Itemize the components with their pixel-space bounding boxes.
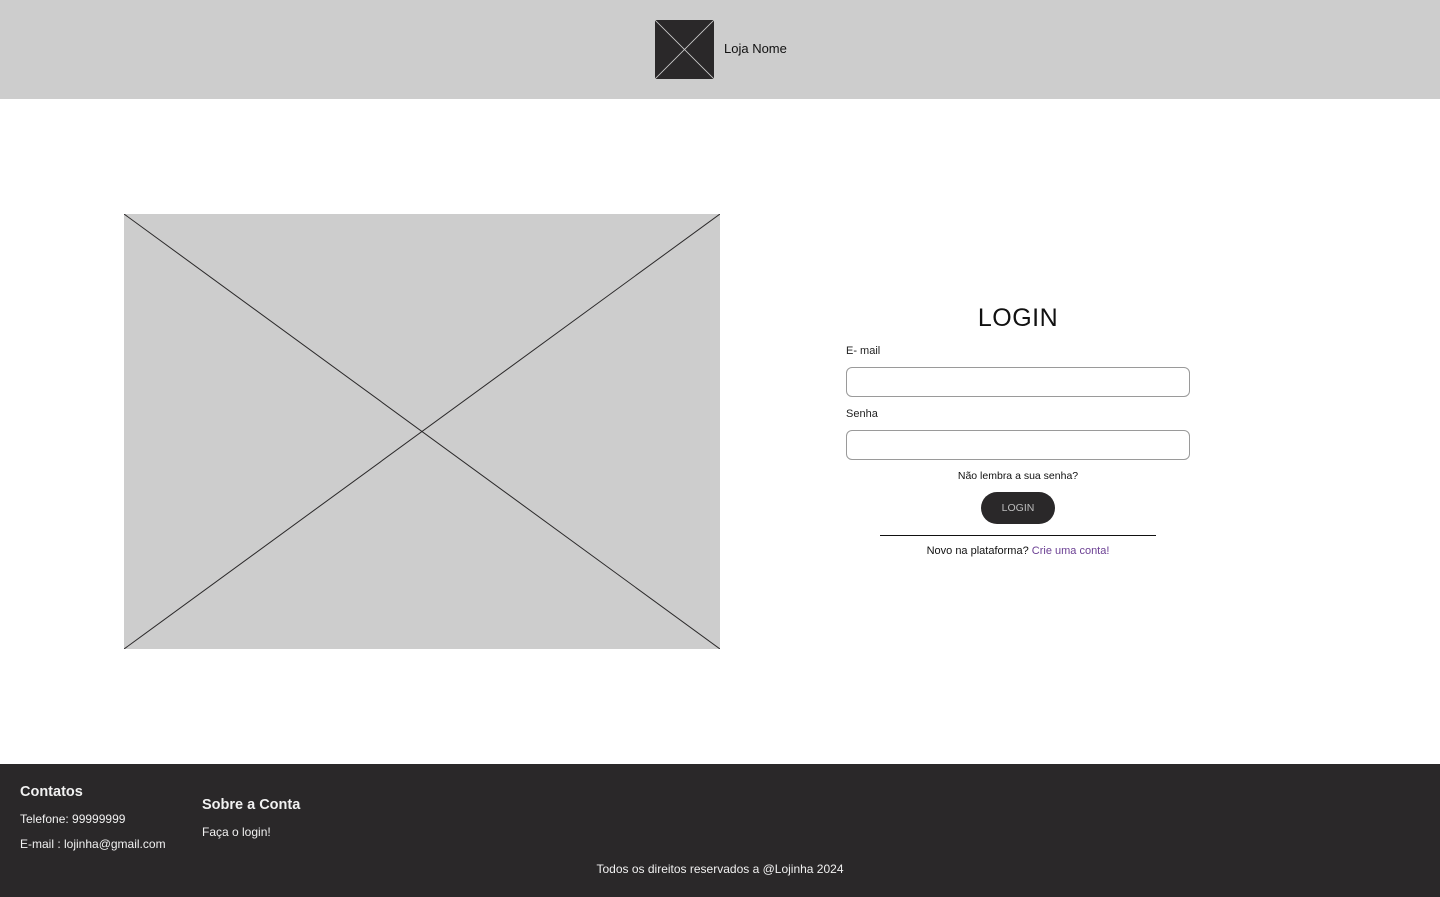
password-field[interactable] (846, 430, 1190, 460)
email-label: E- mail (846, 345, 881, 357)
password-label: Senha (846, 408, 878, 420)
site-header: Loja Nome (0, 0, 1440, 99)
forgot-password-link[interactable]: Não lembra a sua senha? (846, 470, 1190, 482)
footer-login-link[interactable]: Faça o login! (202, 825, 271, 839)
email-field[interactable] (846, 367, 1190, 397)
contact-email[interactable]: E-mail : lojinha@gmail.com (20, 837, 166, 851)
signup-prompt-line: Novo na plataforma? Crie uma conta! (846, 545, 1190, 557)
site-footer: Contatos Telefone: 99999999 E-mail : loj… (0, 764, 1440, 897)
create-account-link[interactable]: Crie uma conta! (1032, 545, 1110, 557)
contacts-heading: Contatos (20, 784, 83, 800)
about-account-heading: Sobre a Conta (202, 797, 301, 813)
store-name[interactable]: Loja Nome (724, 41, 787, 56)
signup-prompt: Novo na plataforma? (926, 545, 1029, 557)
divider (880, 535, 1156, 536)
copyright-text: Todos os direitos reservados a @Lojinha … (596, 862, 844, 876)
hero-image-placeholder-icon (124, 214, 720, 649)
contact-phone: Telefone: 99999999 (20, 812, 126, 826)
logo-image-placeholder-icon[interactable] (655, 20, 714, 79)
login-button[interactable]: LOGIN (981, 492, 1055, 524)
login-title: LOGIN (977, 304, 1059, 332)
